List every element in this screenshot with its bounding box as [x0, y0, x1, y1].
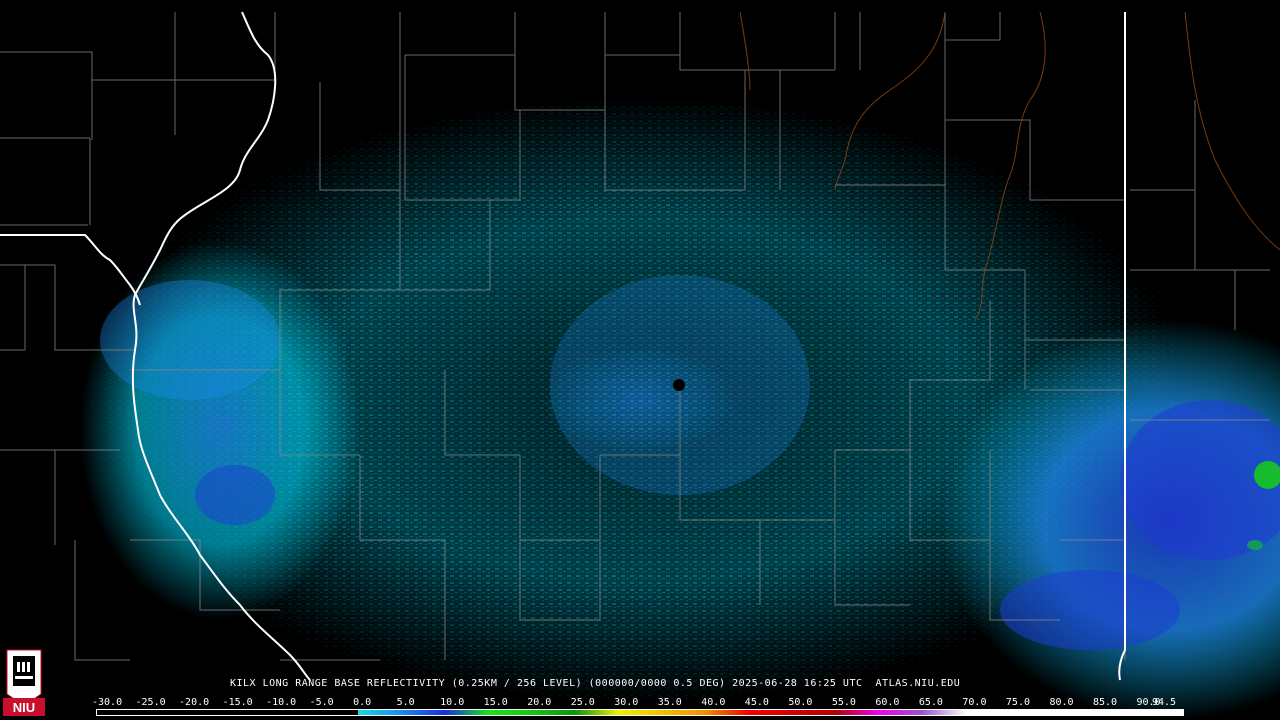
scale-label: 50.0	[788, 697, 813, 708]
colorbar-segment	[357, 710, 402, 715]
scale-label: 45.0	[744, 697, 769, 708]
scale-label: -30.0	[92, 697, 123, 708]
colorbar-segment	[618, 710, 662, 715]
radar-map	[0, 11, 1280, 720]
colorbar-segment	[965, 710, 1010, 715]
colorbar-segment	[140, 710, 184, 715]
reflectivity-scale-labels: -30.0 -25.0 -20.0 -15.0 -10.0 -5.0 0.0 5.0 10.0 1…	[92, 697, 1194, 709]
scale-label: 0.0	[353, 697, 372, 708]
colorbar-segment	[835, 710, 879, 715]
scale-label: 70.0	[962, 697, 987, 708]
colorbar-segment	[227, 710, 271, 715]
svg-text:NIU: NIU	[13, 700, 35, 715]
scale-label: 85.0	[1092, 697, 1118, 708]
colorbar-segment	[748, 710, 792, 715]
scale-label: 75.0	[1005, 697, 1030, 708]
scale-label: 25.0	[570, 697, 595, 708]
colorbar-segment	[1096, 710, 1140, 715]
reflectivity-colorbar	[96, 709, 1184, 716]
colorbar-segment	[574, 710, 619, 715]
colorbar-segment	[661, 710, 706, 715]
colorbar-segment	[314, 710, 358, 715]
colorbar-segment	[705, 710, 749, 715]
colorbar-segment	[444, 710, 488, 715]
scale-label: 55.0	[831, 697, 856, 708]
scale-label: 60.0	[875, 697, 900, 708]
colorbar-segment	[878, 710, 923, 715]
scale-label: 80.0	[1049, 697, 1074, 708]
colorbar-segment	[1139, 710, 1183, 715]
scale-label: 40.0	[701, 697, 726, 708]
colorbar-segment	[183, 710, 228, 715]
scale-label: 30.0	[614, 697, 639, 708]
colorbar-segment	[922, 710, 966, 715]
scale-label: 35.0	[657, 697, 682, 708]
scale-label: -5.0	[309, 697, 334, 708]
scale-label: -10.0	[266, 697, 297, 708]
product-caption: KILX LONG RANGE BASE REFLECTIVITY (0.25K…	[230, 678, 961, 689]
scale-label: 65.0	[918, 697, 943, 708]
colorbar-segment	[1052, 710, 1097, 715]
colorbar-segment	[401, 710, 445, 715]
colorbar-segment	[531, 710, 575, 715]
west-precip-band	[80, 240, 360, 620]
colorbar-segment	[792, 710, 836, 715]
scale-label: 20.0	[527, 697, 552, 708]
niu-logo: NIU	[3, 646, 45, 716]
scale-label: 10.0	[440, 697, 465, 708]
scale-label: 5.0	[396, 697, 415, 708]
colorbar-segment	[270, 710, 315, 715]
scale-label: 15.0	[483, 697, 508, 708]
colorbar-segment	[487, 710, 532, 715]
scale-label: -15.0	[222, 697, 253, 708]
colorbar-segment	[1009, 710, 1053, 715]
scale-label: 94.5	[1152, 697, 1177, 708]
radar-site-marker	[673, 379, 685, 391]
colorbar-segment	[97, 710, 141, 715]
scale-label: -20.0	[179, 697, 210, 708]
scale-label: -25.0	[135, 697, 166, 708]
